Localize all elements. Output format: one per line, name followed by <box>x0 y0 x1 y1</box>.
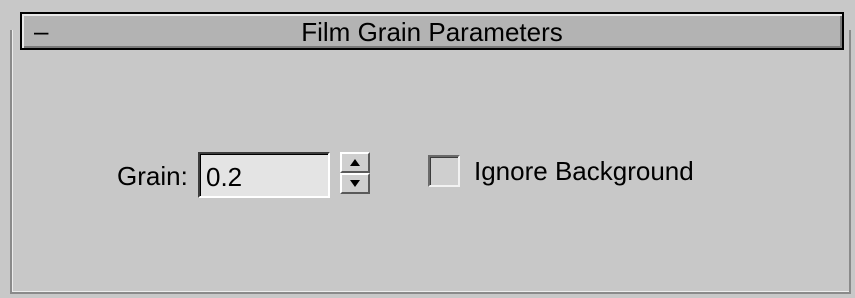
grain-input[interactable] <box>198 152 330 198</box>
rollout-header-button[interactable]: – Film Grain Parameters <box>20 12 844 50</box>
ignore-background-checkbox[interactable] <box>428 155 460 187</box>
grain-spinner[interactable] <box>340 152 370 194</box>
spinner-down-button[interactable] <box>340 173 370 194</box>
ignore-background-label[interactable]: Ignore Background <box>474 155 694 187</box>
rollout-title: Film Grain Parameters <box>301 17 563 47</box>
film-grain-rollout: – Film Grain Parameters Grain: Ignore Ba… <box>0 0 855 298</box>
grain-label: Grain: <box>117 161 188 191</box>
arrow-up-icon <box>350 159 360 166</box>
spinner-up-button[interactable] <box>340 152 370 173</box>
arrow-down-icon <box>350 180 360 187</box>
